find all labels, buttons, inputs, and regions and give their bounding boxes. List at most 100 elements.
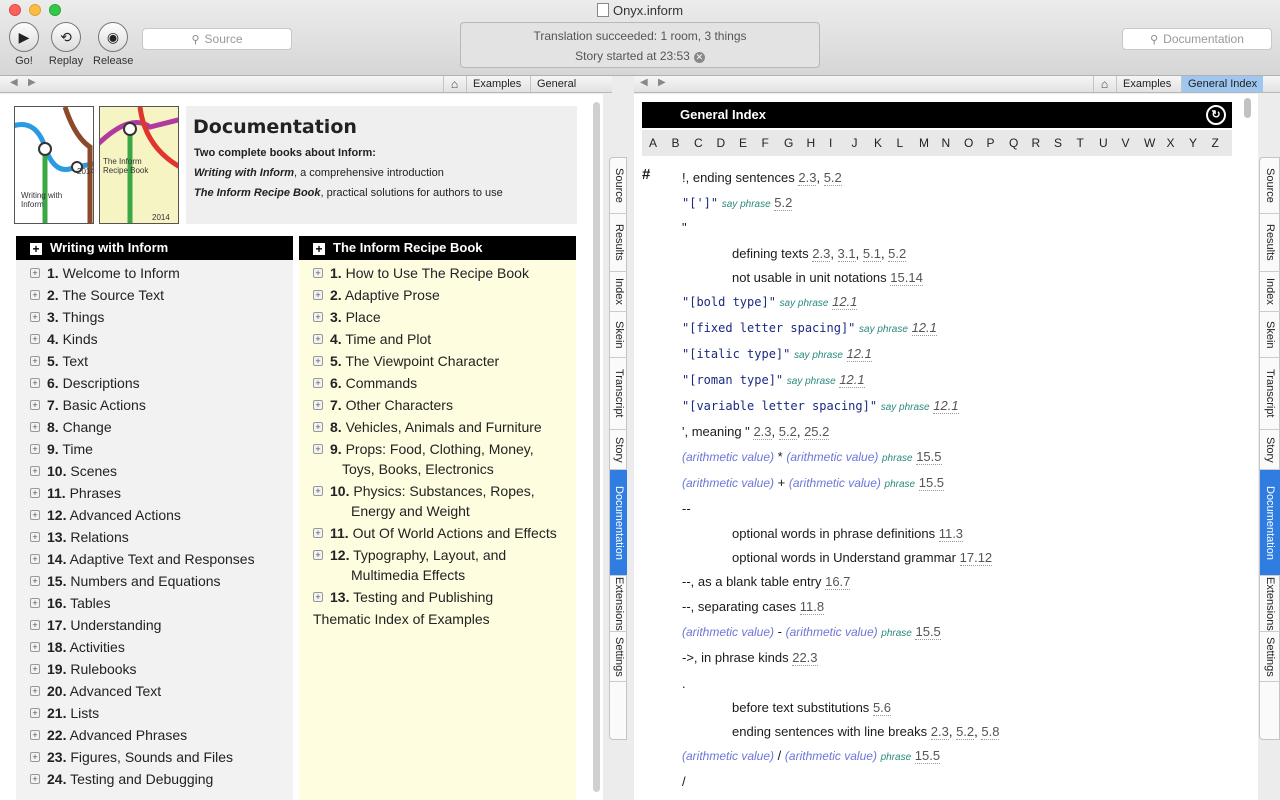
- section-ref-link[interactable]: 25.2: [804, 424, 830, 440]
- documentation-search-input[interactable]: ⚲ Documentation: [1122, 28, 1272, 50]
- forward-arrow-icon[interactable]: ▶: [658, 77, 666, 88]
- expand-icon[interactable]: +: [313, 422, 323, 432]
- home-icon[interactable]: ⌂: [1093, 76, 1115, 92]
- chapter-item[interactable]: +11. Out Of World Actions and Effects: [313, 523, 573, 543]
- go-button[interactable]: ▶ Go!: [4, 22, 44, 67]
- recipe-book-cover[interactable]: The Inform Recipe Book 2014: [99, 106, 179, 224]
- expand-icon[interactable]: +: [313, 550, 323, 560]
- side-tab-transcript[interactable]: Transcript: [1260, 358, 1280, 430]
- examples-link[interactable]: Examples: [466, 76, 527, 92]
- section-ref-link[interactable]: 2.3: [798, 170, 817, 186]
- chapter-item[interactable]: +17. Understanding: [30, 615, 290, 635]
- chapter-item[interactable]: +4. Kinds: [30, 329, 290, 349]
- side-tab-story[interactable]: Story: [1260, 430, 1280, 470]
- side-tab-skein[interactable]: Skein: [1260, 312, 1280, 358]
- section-ref-link[interactable]: 5.2: [778, 424, 797, 440]
- section-ref-link[interactable]: 5.2: [888, 246, 907, 262]
- expand-icon[interactable]: +: [30, 708, 40, 718]
- chapter-item[interactable]: +21. Lists: [30, 703, 290, 723]
- index-letter-z[interactable]: Z: [1212, 130, 1219, 156]
- section-ref-link[interactable]: 5.2: [956, 724, 975, 740]
- side-tab-index[interactable]: Index: [610, 272, 627, 312]
- index-letter-s[interactable]: S: [1054, 130, 1062, 156]
- expand-icon[interactable]: +: [30, 378, 40, 388]
- expand-icon[interactable]: +: [30, 686, 40, 696]
- index-letter-k[interactable]: K: [874, 130, 882, 156]
- section-ref-link[interactable]: 15.5: [916, 449, 942, 465]
- chapter-item[interactable]: +8. Change: [30, 417, 290, 437]
- forward-arrow-icon[interactable]: ▶: [28, 77, 36, 88]
- expand-icon[interactable]: +: [30, 400, 40, 410]
- expand-icon[interactable]: +: [30, 422, 40, 432]
- chapter-item[interactable]: +1. Welcome to Inform: [30, 263, 290, 283]
- section-ref-link[interactable]: 22.3: [792, 650, 818, 666]
- section-ref-link[interactable]: 12.1: [911, 320, 937, 336]
- index-letter-d[interactable]: D: [717, 130, 726, 156]
- section-ref-link[interactable]: 5.2: [823, 170, 842, 186]
- section-ref-link[interactable]: 2.3: [930, 724, 949, 740]
- chapter-item[interactable]: +24. Testing and Debugging: [30, 769, 290, 789]
- section-ref-link[interactable]: 15.5: [914, 748, 941, 764]
- expand-icon[interactable]: +: [30, 774, 40, 784]
- section-ref-link[interactable]: 15.5: [915, 624, 941, 640]
- expand-icon[interactable]: +: [30, 598, 40, 608]
- section-ref-link[interactable]: 16.7: [825, 574, 851, 590]
- expand-icon[interactable]: +: [30, 290, 40, 300]
- index-letter-b[interactable]: B: [672, 130, 680, 156]
- back-arrow-icon[interactable]: ◀: [640, 77, 648, 88]
- chapter-item[interactable]: +3. Things: [30, 307, 290, 327]
- chapter-item[interactable]: +22. Advanced Phrases: [30, 725, 290, 745]
- index-letter-q[interactable]: Q: [1009, 130, 1018, 156]
- index-letter-m[interactable]: M: [919, 130, 929, 156]
- expand-icon[interactable]: +: [313, 356, 323, 366]
- chapter-item[interactable]: +11. Phrases: [30, 483, 290, 503]
- thematic-index-link[interactable]: Thematic Index of Examples: [313, 609, 490, 629]
- expand-icon[interactable]: +: [313, 400, 323, 410]
- expand-icon[interactable]: +: [313, 378, 323, 388]
- chapter-item[interactable]: +10. Scenes: [30, 461, 290, 481]
- chapter-item[interactable]: +12. Typography, Layout, and Multimedia E…: [313, 545, 573, 585]
- section-ref-link[interactable]: 15.14: [890, 270, 923, 286]
- section-ref-link[interactable]: 5.1: [862, 246, 881, 262]
- index-letter-u[interactable]: U: [1099, 130, 1108, 156]
- chapter-item[interactable]: +7. Other Characters: [313, 395, 573, 415]
- side-tab-transcript[interactable]: Transcript: [610, 358, 627, 430]
- section-ref-link[interactable]: 5.2: [774, 195, 793, 211]
- book2-header[interactable]: + The Inform Recipe Book: [299, 236, 576, 260]
- chapter-item[interactable]: +23. Figures, Sounds and Files: [30, 747, 290, 767]
- side-tab-source[interactable]: Source: [1260, 158, 1280, 214]
- expand-icon[interactable]: +: [313, 268, 323, 278]
- index-letter-t[interactable]: T: [1077, 130, 1084, 156]
- expand-icon[interactable]: +: [30, 510, 40, 520]
- chapter-item[interactable]: +12. Advanced Actions: [30, 505, 290, 525]
- general-index-link[interactable]: General Index: [530, 76, 612, 106]
- side-tab-documentation[interactable]: Documentation: [1260, 470, 1280, 576]
- side-tab-extensions[interactable]: Extensions: [1260, 576, 1280, 632]
- expand-icon[interactable]: +: [30, 466, 40, 476]
- chapter-item[interactable]: +15. Numbers and Equations: [30, 571, 290, 591]
- side-tab-settings[interactable]: Settings: [1260, 632, 1280, 682]
- section-ref-link[interactable]: 12.1: [832, 294, 858, 310]
- side-tab-index[interactable]: Index: [1260, 272, 1280, 312]
- section-ref-link[interactable]: 3.1: [837, 246, 856, 262]
- expand-icon[interactable]: +: [313, 444, 323, 454]
- refresh-icon[interactable]: ↻: [1206, 105, 1226, 125]
- left-scrollbar[interactable]: [593, 102, 600, 792]
- index-letter-o[interactable]: O: [964, 130, 973, 156]
- expand-icon[interactable]: +: [313, 486, 323, 496]
- index-letter-i[interactable]: I: [829, 130, 832, 156]
- index-letter-f[interactable]: F: [762, 130, 769, 156]
- chapter-item[interactable]: +8. Vehicles, Animals and Furniture: [313, 417, 573, 437]
- release-button[interactable]: ◉ Release: [93, 22, 133, 67]
- chapter-item[interactable]: +9. Time: [30, 439, 290, 459]
- chapter-item[interactable]: +2. The Source Text: [30, 285, 290, 305]
- expand-icon[interactable]: +: [313, 312, 323, 322]
- index-letter-r[interactable]: R: [1032, 130, 1041, 156]
- chapter-item[interactable]: +16. Tables: [30, 593, 290, 613]
- chapter-item[interactable]: +14. Adaptive Text and Responses: [30, 549, 290, 569]
- section-ref-link[interactable]: 2.3: [753, 424, 772, 440]
- home-icon[interactable]: ⌂: [443, 76, 465, 92]
- chapter-item[interactable]: +13. Relations: [30, 527, 290, 547]
- side-tab-extensions[interactable]: Extensions: [610, 576, 627, 632]
- section-ref-link[interactable]: 5.6: [872, 700, 892, 716]
